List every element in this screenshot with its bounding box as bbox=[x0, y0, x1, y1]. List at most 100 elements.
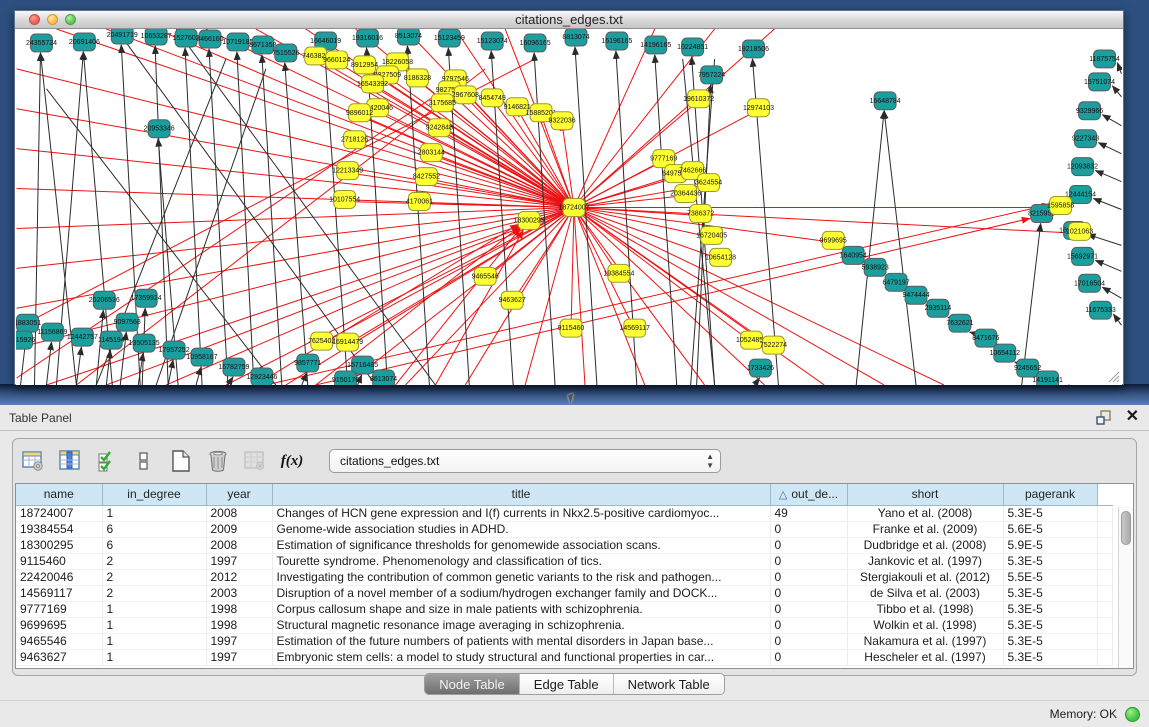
function-builder-button[interactable]: f(x) bbox=[278, 447, 306, 475]
network-node[interactable]: 16096165 bbox=[520, 34, 551, 52]
network-node[interactable]: 9227343 bbox=[1072, 130, 1099, 148]
network-node[interactable]: 20364436 bbox=[670, 185, 701, 203]
network-node[interactable]: 10958167 bbox=[187, 348, 218, 366]
network-node[interactable]: 11875754 bbox=[1089, 50, 1120, 68]
network-node[interactable]: 7386372 bbox=[687, 205, 714, 223]
network-node[interactable]: 19218506 bbox=[738, 40, 769, 58]
network-node[interactable]: 16720405 bbox=[696, 226, 727, 244]
network-node[interactable]: 9896012 bbox=[346, 104, 373, 122]
column-header-out_de[interactable]: △out_de... bbox=[770, 484, 847, 505]
network-node[interactable]: 8513074 bbox=[395, 29, 422, 45]
column-header-title[interactable]: title bbox=[272, 484, 770, 505]
network-node[interactable]: 20491719 bbox=[107, 29, 138, 44]
network-node[interactable]: 9474444 bbox=[902, 286, 929, 304]
network-node[interactable]: 10653287 bbox=[141, 29, 172, 45]
network-node[interactable]: 10224851 bbox=[677, 38, 708, 56]
resize-grip[interactable] bbox=[1106, 369, 1120, 383]
network-node[interactable]: 12923446 bbox=[246, 368, 277, 385]
network-node[interactable]: 9150176 bbox=[332, 371, 359, 385]
network-node[interactable]: 16543392 bbox=[357, 75, 388, 93]
network-node[interactable]: 9465546 bbox=[472, 267, 499, 285]
network-node[interactable]: 19610372 bbox=[683, 90, 714, 108]
column-header-short[interactable]: short bbox=[847, 484, 1003, 505]
network-node[interactable]: 3624554 bbox=[695, 174, 722, 192]
network-node[interactable]: 12974103 bbox=[743, 99, 774, 117]
network-node[interactable]: 3915926 bbox=[16, 331, 35, 349]
tab-network-table[interactable]: Network Table bbox=[614, 674, 724, 694]
network-node[interactable]: 9322036 bbox=[548, 112, 575, 130]
network-node[interactable]: 16648784 bbox=[870, 92, 901, 110]
network-node[interactable]: 7522274 bbox=[760, 336, 787, 354]
column-header-name[interactable]: name bbox=[16, 484, 102, 505]
network-node[interactable]: 17016504 bbox=[1074, 274, 1105, 292]
network-node[interactable]: 1640954 bbox=[840, 246, 867, 264]
network-node[interactable]: 14569117 bbox=[620, 319, 651, 337]
network-node[interactable]: 10107554 bbox=[329, 191, 360, 209]
table-row[interactable]: 969969511998Structural magnetic resonanc… bbox=[16, 617, 1112, 633]
table-settings-button[interactable] bbox=[19, 447, 47, 475]
network-node[interactable]: 15123459 bbox=[434, 29, 465, 47]
network-window-titlebar[interactable]: citations_edges.txt bbox=[15, 11, 1123, 29]
tab-node-table[interactable]: Node Table bbox=[425, 674, 520, 694]
network-node[interactable]: 7515526 bbox=[272, 44, 299, 62]
table-scrollbar[interactable] bbox=[1118, 507, 1133, 668]
network-node[interactable]: 8813074 bbox=[562, 29, 589, 46]
network-node[interactable]: 1733426 bbox=[747, 359, 774, 377]
network-node[interactable]: 20953346 bbox=[144, 120, 175, 138]
table-row[interactable]: 946554611997Estimation of the future num… bbox=[16, 633, 1112, 649]
network-window[interactable]: citations_edges.txt 18724007243557242069… bbox=[14, 10, 1124, 385]
table-row[interactable]: 946362711997Embryonic stem cells: a mode… bbox=[16, 649, 1112, 665]
network-node[interactable]: 5938923 bbox=[862, 258, 889, 276]
row-mode-button[interactable] bbox=[130, 447, 158, 475]
memory-status-indicator[interactable] bbox=[1125, 707, 1140, 722]
network-canvas[interactable]: 1872400724355724206914062049171910653287… bbox=[16, 29, 1122, 385]
create-table-button[interactable] bbox=[167, 447, 195, 475]
network-node[interactable]: 19316016 bbox=[352, 29, 383, 47]
column-header-in_degree[interactable]: in_degree bbox=[102, 484, 206, 505]
network-node[interactable]: 1595858 bbox=[1047, 197, 1074, 215]
network-node[interactable]: 12213349 bbox=[332, 162, 363, 180]
network-node[interactable]: 14196165 bbox=[640, 36, 671, 54]
network-node[interactable]: 9115460 bbox=[558, 319, 585, 337]
select-all-button[interactable] bbox=[93, 447, 121, 475]
network-node[interactable]: 1145194 bbox=[98, 331, 125, 349]
table-row[interactable]: 911546021997Tourette syndrome. Phenomeno… bbox=[16, 553, 1112, 569]
network-node[interactable]: 7957224 bbox=[698, 66, 725, 84]
network-node[interactable]: 8454749 bbox=[479, 89, 506, 107]
network-node[interactable]: 8613074 bbox=[370, 370, 397, 385]
network-node[interactable]: 18300295 bbox=[514, 211, 545, 229]
network-node[interactable]: 9660124 bbox=[323, 51, 350, 69]
tab-edge-table[interactable]: Edge Table bbox=[520, 674, 614, 694]
network-node[interactable]: 17359924 bbox=[131, 289, 162, 307]
column-header-pagerank[interactable]: pagerank bbox=[1003, 484, 1097, 505]
table-select-dropdown[interactable]: citations_edges.txt ▲▼ bbox=[329, 449, 721, 473]
network-node[interactable]: 7632621 bbox=[946, 314, 973, 332]
network-node[interactable]: 2803144 bbox=[418, 144, 445, 162]
network-node[interactable]: 17957252 bbox=[159, 341, 190, 359]
float-panel-button[interactable] bbox=[1096, 409, 1112, 425]
network-node[interactable]: 12093832 bbox=[1067, 158, 1098, 176]
network-node[interactable]: 15692971 bbox=[1067, 247, 1098, 265]
network-node[interactable]: 15123074 bbox=[477, 32, 508, 50]
network-node[interactable]: 8471676 bbox=[972, 329, 999, 347]
network-node[interactable]: 13505135 bbox=[129, 334, 160, 352]
network-node[interactable]: 9242848 bbox=[426, 119, 453, 137]
network-node[interactable]: 9857771 bbox=[294, 354, 321, 372]
network-node[interactable]: 3175685 bbox=[429, 94, 456, 112]
table-row[interactable]: 1938455462009Genome-wide association stu… bbox=[16, 521, 1112, 537]
delete-table-button[interactable] bbox=[204, 447, 232, 475]
table-row[interactable]: 1830029562008Estimation of significance … bbox=[16, 537, 1112, 553]
network-node[interactable]: 16914479 bbox=[332, 333, 363, 351]
network-node[interactable]: 9329966 bbox=[1076, 102, 1103, 120]
network-node[interactable]: 20206536 bbox=[89, 291, 120, 309]
network-node[interactable]: 12442757 bbox=[67, 328, 98, 346]
close-panel-button[interactable]: ✕ bbox=[1126, 410, 1139, 424]
network-node[interactable]: 1021063 bbox=[1066, 222, 1093, 240]
network-node[interactable]: 20691406 bbox=[69, 33, 100, 51]
network-node[interactable]: 10654112 bbox=[990, 344, 1021, 362]
table-row[interactable]: 977716911998Corpus callosum shape and si… bbox=[16, 601, 1112, 617]
network-node[interactable]: 8427552 bbox=[413, 168, 440, 186]
network-node[interactable]: 4170061 bbox=[406, 193, 433, 211]
network-node[interactable]: 9463627 bbox=[499, 291, 526, 309]
table-row[interactable]: 1456911722003Disruption of a novel membe… bbox=[16, 585, 1112, 601]
